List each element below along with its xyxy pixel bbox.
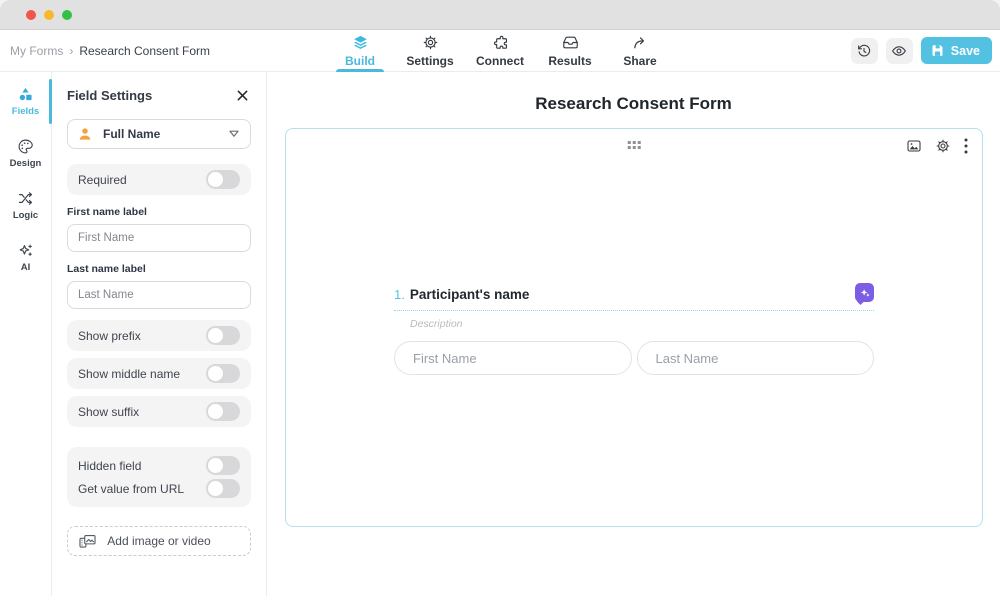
- tab-label: Build: [345, 54, 375, 68]
- first-name-label-caption: First name label: [67, 206, 251, 218]
- share-arrow-icon: [632, 34, 649, 51]
- get-value-from-url-row: Get value from URL: [78, 477, 240, 500]
- tab-label: Results: [548, 54, 591, 68]
- main-tabs: Build Settings Connect Results Share: [332, 30, 668, 71]
- tab-label: Share: [623, 54, 656, 68]
- eye-icon: [891, 43, 907, 59]
- person-icon: [77, 126, 93, 142]
- form-elements-icon: [17, 86, 34, 103]
- app-window: My Forms › Research Consent Form Build S…: [0, 0, 1000, 596]
- puzzle-icon: [492, 34, 509, 51]
- hidden-field-toggle[interactable]: [206, 456, 240, 475]
- minimize-window-button[interactable]: [44, 10, 54, 20]
- show-prefix-toggle[interactable]: [206, 326, 240, 345]
- rail-item-label: AI: [21, 262, 31, 273]
- header-actions: Save: [851, 30, 992, 71]
- breadcrumb-my-forms[interactable]: My Forms: [10, 44, 63, 58]
- gear-icon: [422, 34, 439, 51]
- sidebar-item-logic[interactable]: Logic: [0, 186, 51, 225]
- form-field-card[interactable]: 1. Participant's name Description: [285, 128, 983, 527]
- sidebar-item-design[interactable]: Design: [0, 134, 51, 173]
- save-button[interactable]: Save: [921, 37, 992, 64]
- sparkles-icon: [17, 242, 34, 259]
- tab-build[interactable]: Build: [332, 30, 388, 71]
- kebab-menu-icon[interactable]: [964, 138, 968, 154]
- tab-label: Settings: [406, 54, 453, 68]
- show-middle-name-toggle[interactable]: [206, 364, 240, 383]
- sidebar-item-fields[interactable]: Fields: [0, 82, 51, 121]
- field-settings-panel: Field Settings Full Name Required First …: [52, 72, 267, 596]
- app-header: My Forms › Research Consent Form Build S…: [0, 30, 1000, 72]
- save-button-label: Save: [951, 44, 980, 58]
- rail-item-label: Fields: [12, 106, 39, 117]
- show-suffix-label: Show suffix: [78, 405, 139, 419]
- inbox-icon: [562, 34, 579, 51]
- rail-item-label: Design: [10, 158, 42, 169]
- panel-title: Field Settings: [67, 88, 152, 103]
- window-titlebar: [0, 0, 1000, 30]
- required-label: Required: [78, 173, 127, 187]
- tab-results[interactable]: Results: [542, 30, 598, 71]
- close-icon: [236, 89, 249, 102]
- ai-assistant-chip[interactable]: [855, 283, 874, 302]
- required-toggle[interactable]: [206, 170, 240, 189]
- first-name-label-input[interactable]: [67, 224, 251, 252]
- zoom-window-button[interactable]: [62, 10, 72, 20]
- tab-connect[interactable]: Connect: [472, 30, 528, 71]
- first-name-field[interactable]: [394, 341, 632, 375]
- close-panel-button[interactable]: [233, 86, 251, 104]
- layers-icon: [352, 34, 369, 51]
- question-label-row[interactable]: 1. Participant's name: [394, 287, 874, 311]
- question-block: 1. Participant's name Description: [394, 287, 874, 375]
- required-row: Required: [67, 164, 251, 195]
- add-media-label: Add image or video: [107, 534, 210, 548]
- question-description[interactable]: Description: [410, 318, 874, 330]
- get-value-from-url-label: Get value from URL: [78, 482, 184, 496]
- get-value-from-url-toggle[interactable]: [206, 479, 240, 498]
- history-button[interactable]: [851, 38, 878, 64]
- gear-icon[interactable]: [935, 138, 951, 154]
- hidden-field-label: Hidden field: [78, 459, 141, 473]
- show-suffix-toggle[interactable]: [206, 402, 240, 421]
- field-type-label: Full Name: [103, 127, 160, 141]
- tab-label: Connect: [476, 54, 524, 68]
- last-name-label-input[interactable]: [67, 281, 251, 309]
- rail-item-label: Logic: [13, 210, 38, 221]
- close-window-button[interactable]: [26, 10, 36, 20]
- shuffle-icon: [17, 190, 34, 207]
- hidden-field-row: Hidden field: [78, 454, 240, 477]
- breadcrumb-current-form: Research Consent Form: [79, 44, 210, 58]
- show-prefix-row: Show prefix: [67, 320, 251, 351]
- add-image-or-video-button[interactable]: Add image or video: [67, 526, 251, 556]
- form-title[interactable]: Research Consent Form: [267, 94, 1000, 114]
- last-name-label-caption: Last name label: [67, 263, 251, 275]
- tab-share[interactable]: Share: [612, 30, 668, 71]
- left-nav-rail: Fields Design Logic AI: [0, 72, 52, 596]
- question-label[interactable]: Participant's name: [410, 287, 530, 302]
- show-middle-name-row: Show middle name: [67, 358, 251, 389]
- ai-sparkle-icon: [858, 286, 872, 300]
- hidden-field-group: Hidden field Get value from URL: [67, 447, 251, 507]
- breadcrumb-separator: ›: [69, 44, 73, 58]
- show-suffix-row: Show suffix: [67, 396, 251, 427]
- history-icon: [856, 43, 872, 59]
- last-name-field[interactable]: [637, 341, 875, 375]
- image-icon[interactable]: [906, 138, 922, 154]
- sidebar-item-ai[interactable]: AI: [0, 238, 51, 277]
- show-prefix-label: Show prefix: [78, 329, 141, 343]
- field-type-dropdown[interactable]: Full Name: [67, 119, 251, 149]
- palette-icon: [17, 138, 34, 155]
- tab-settings[interactable]: Settings: [402, 30, 458, 71]
- image-video-icon: [78, 532, 97, 551]
- show-middle-name-label: Show middle name: [78, 367, 180, 381]
- chevron-down-icon: [229, 130, 239, 138]
- form-canvas: Research Consent Form 1. Participant's n…: [267, 72, 1000, 596]
- drag-handle[interactable]: [628, 141, 641, 149]
- floppy-icon: [930, 43, 945, 58]
- preview-button[interactable]: [886, 38, 913, 64]
- breadcrumb: My Forms › Research Consent Form: [10, 30, 210, 71]
- question-number: 1.: [394, 287, 405, 302]
